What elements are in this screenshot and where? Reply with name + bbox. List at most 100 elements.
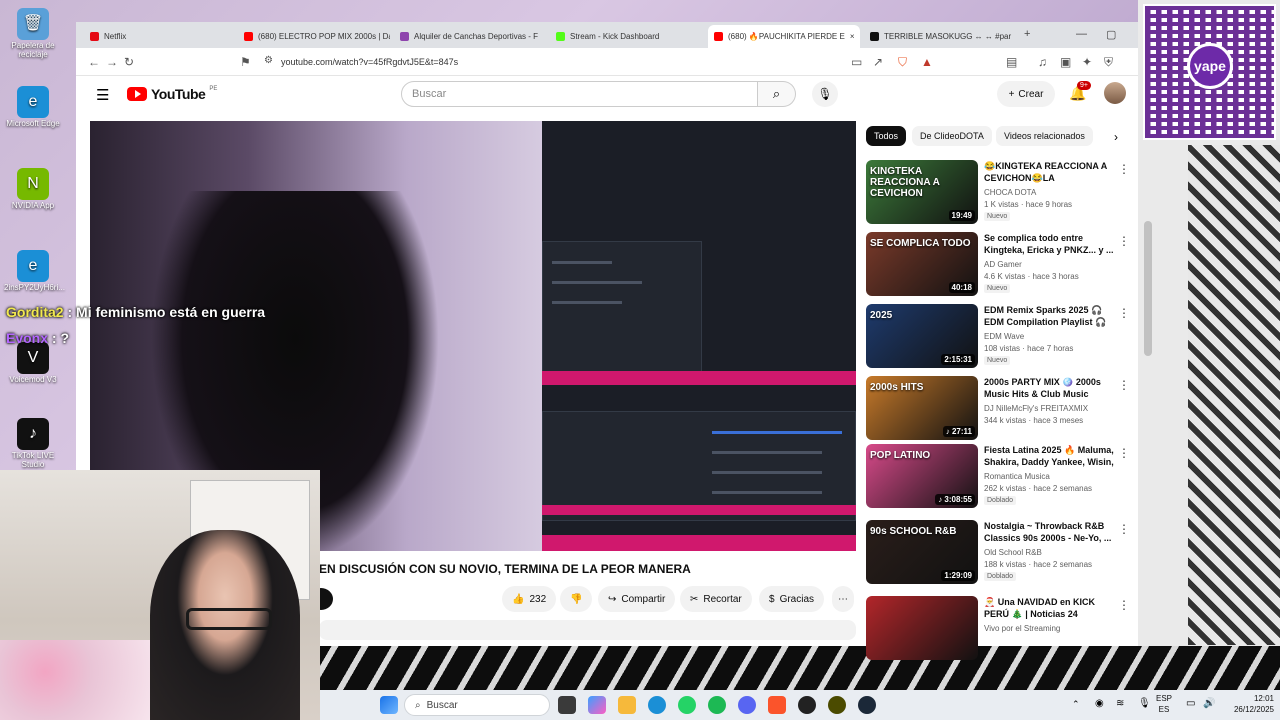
obs-icon[interactable]: [798, 696, 816, 714]
video-thumbnail[interactable]: [866, 596, 978, 660]
search-button[interactable]: ⌕: [758, 81, 796, 107]
browser-tab[interactable]: (680) 🔥PAUCHIKITA PIERDE E ×: [708, 25, 860, 48]
app-icon[interactable]: [828, 696, 846, 714]
voice-search-button[interactable]: 🎙: [812, 81, 838, 107]
recommendation-channel[interactable]: EDM Wave: [984, 332, 1024, 341]
browser-tab[interactable]: TERRIBLE MASOKUGG ↔ ↔ #par: [864, 25, 1014, 48]
video-thumbnail[interactable]: 2000s HITS ♪ 27:11: [866, 376, 978, 440]
close-tab-icon[interactable]: ×: [850, 32, 855, 41]
clip-button[interactable]: ✂ Recortar: [680, 586, 752, 612]
music-icon[interactable]: ♫: [1038, 55, 1047, 69]
video-thumbnail[interactable]: SE COMPLICA TODO 40:18: [866, 232, 978, 296]
wallet-icon[interactable]: ▣: [1060, 55, 1071, 69]
more-vert-icon[interactable]: ⋮: [1118, 598, 1130, 612]
description-box[interactable]: [319, 620, 856, 640]
recommendation-title[interactable]: 😂KINGTEKA REACCIONA A CEVICHON😂LA DECADE…: [984, 160, 1114, 184]
more-vert-icon[interactable]: ⋮: [1118, 522, 1130, 536]
recommendation-channel[interactable]: Romantica Musica: [984, 472, 1050, 481]
desktop-icon[interactable]: e 2insPY2UyH6ri...: [4, 250, 65, 293]
steam-icon[interactable]: [858, 696, 876, 714]
browser-tab[interactable]: Alquiler de Canchas Deportivas - F: [394, 25, 546, 48]
minimize-icon[interactable]: —: [1076, 28, 1087, 40]
recommendation-channel[interactable]: AD Gamer: [984, 260, 1022, 269]
more-actions-button[interactable]: ⋯: [832, 586, 854, 612]
share-page-icon[interactable]: ↗: [873, 55, 883, 69]
thanks-button[interactable]: $ Gracias: [759, 586, 825, 612]
recommendation-item[interactable]: KINGTEKA REACCIONA A CEVICHON 19:49 😂KINGT…: [866, 160, 1130, 224]
more-vert-icon[interactable]: ⋮: [1118, 162, 1130, 176]
vpn-icon[interactable]: ⛨: [1104, 55, 1113, 70]
task-view-icon[interactable]: [558, 696, 576, 714]
chip-todos[interactable]: Todos: [866, 126, 907, 146]
maximize-icon[interactable]: ▢: [1106, 28, 1116, 41]
url-text[interactable]: youtube.com/watch?v=45fRgdvtJ5E&t=847s: [281, 57, 458, 67]
video-thumbnail[interactable]: POP LATINO ♪ 3:08:55: [866, 444, 978, 508]
video-thumbnail[interactable]: KINGTEKA REACCIONA A CEVICHON 19:49: [866, 160, 978, 224]
clock[interactable]: 12:01 26/12/2025: [1218, 693, 1274, 715]
recommendation-item[interactable]: 2000s HITS ♪ 27:11 2000s PARTY MIX 🪩 2000s…: [866, 376, 1130, 440]
browser-tab[interactable]: Stream - Kick Dashboard: [550, 25, 704, 48]
desktop-icon[interactable]: N NVIDIA App: [4, 168, 62, 211]
recommendation-item[interactable]: 2025 2:15:31 EDM Remix Sparks 2025 🎧 EDM C…: [866, 304, 1130, 368]
desktop-icon[interactable]: e Microsoft Edge: [4, 86, 62, 129]
desktop-icon[interactable]: ♪ TikTok LIVE Studio: [4, 418, 62, 470]
search-input[interactable]: Buscar: [401, 81, 758, 107]
site-info-icon[interactable]: ⚙: [264, 55, 273, 66]
mic-tray-icon[interactable]: 🎙: [1138, 698, 1151, 709]
edge-icon[interactable]: [648, 696, 666, 714]
recommendation-channel[interactable]: DJ NilleMcFly's FREITAXMIX: [984, 404, 1088, 413]
recommendation-title[interactable]: 2000s PARTY MIX 🪩 2000s Music Hits & Clu…: [984, 376, 1114, 400]
recommendation-title[interactable]: Nostalgia ~ Throwback R&B Classics 90s 2…: [984, 520, 1114, 544]
copilot-icon[interactable]: [588, 696, 606, 714]
discord-icon[interactable]: [738, 696, 756, 714]
video-thumbnail[interactable]: 90s SCHOOL R&B 1:29:09: [866, 520, 978, 584]
avatar[interactable]: [1104, 82, 1126, 104]
chip-de-clideodota[interactable]: De ClideoDOTA: [912, 126, 992, 146]
browser-tab[interactable]: Netflix: [84, 25, 234, 48]
desktop-icon[interactable]: 🗑 Papelera de reciclaje: [4, 8, 62, 60]
more-vert-icon[interactable]: ⋮: [1118, 446, 1130, 460]
reload-icon[interactable]: ↻: [124, 55, 134, 69]
recommendation-item[interactable]: 90s SCHOOL R&B 1:29:09 Nostalgia ~ Throwba…: [866, 520, 1130, 584]
wifi-icon[interactable]: ≋: [1116, 698, 1124, 709]
recommendation-channel[interactable]: Old School R&B: [984, 548, 1042, 557]
ai-icon[interactable]: ✦: [1082, 55, 1092, 69]
youtube-logo[interactable]: YouTube PE: [127, 86, 217, 102]
sidebar-icon[interactable]: ▤: [1006, 55, 1017, 69]
recommendation-channel[interactable]: CHOCA DOTA: [984, 188, 1036, 197]
share-button[interactable]: ↪ Compartir: [598, 586, 676, 612]
browser-tab[interactable]: (680) ELECTRO POP MIX 2000s | Da: [238, 25, 390, 48]
back-icon[interactable]: ←: [88, 55, 100, 69]
dislike-button[interactable]: 👎: [560, 586, 593, 612]
bookmark-icon[interactable]: ⚑: [240, 55, 251, 69]
spotify-icon[interactable]: [708, 696, 726, 714]
chip-videos-relacionados[interactable]: Videos relacionados: [996, 126, 1093, 146]
tray-app-icon[interactable]: ◉: [1095, 698, 1104, 709]
recommendation-title[interactable]: Fiesta Latina 2025 🔥 Maluma, Shakira, Da…: [984, 444, 1114, 468]
menu-icon[interactable]: ☰: [96, 86, 109, 104]
recommendation-title[interactable]: Se complica todo entre Kingteka, Ericka …: [984, 232, 1114, 256]
file-explorer-icon[interactable]: [618, 696, 636, 714]
rewards-icon[interactable]: ▲: [921, 55, 933, 69]
brave-shield-icon[interactable]: ⛉: [898, 55, 907, 70]
tray-chevron-icon[interactable]: ⌃: [1072, 699, 1080, 710]
more-vert-icon[interactable]: ⋮: [1118, 234, 1130, 248]
recommendation-channel[interactable]: Vivo por el Streaming: [984, 624, 1060, 633]
recommendation-item[interactable]: 🎅 Una NAVIDAD en KICK PERÚ 🎄 | Noticias …: [866, 596, 1130, 660]
more-vert-icon[interactable]: ⋮: [1118, 306, 1130, 320]
brave-icon[interactable]: [768, 696, 786, 714]
recommendation-title[interactable]: EDM Remix Sparks 2025 🎧 EDM Compilation …: [984, 304, 1114, 328]
like-button[interactable]: 👍 232: [502, 586, 557, 612]
language-indicator[interactable]: ESP ES: [1156, 693, 1172, 715]
more-vert-icon[interactable]: ⋮: [1118, 378, 1130, 392]
recommendation-title[interactable]: 🎅 Una NAVIDAD en KICK PERÚ 🎄 | Noticias …: [984, 596, 1114, 620]
cast-icon[interactable]: ▭: [851, 55, 862, 69]
recommendation-item[interactable]: POP LATINO ♪ 3:08:55 Fiesta Latina 2025 🔥 …: [866, 444, 1130, 508]
recommendation-item[interactable]: SE COMPLICA TODO 40:18 Se complica todo en…: [866, 232, 1130, 296]
taskbar-search[interactable]: ⌕ Buscar: [404, 694, 550, 716]
desktop-icon[interactable]: V Voicemod V3: [4, 342, 62, 385]
new-tab-icon[interactable]: +: [1024, 28, 1030, 40]
start-icon[interactable]: [380, 696, 398, 714]
network-icon[interactable]: ▭: [1186, 698, 1195, 709]
video-thumbnail[interactable]: 2025 2:15:31: [866, 304, 978, 368]
